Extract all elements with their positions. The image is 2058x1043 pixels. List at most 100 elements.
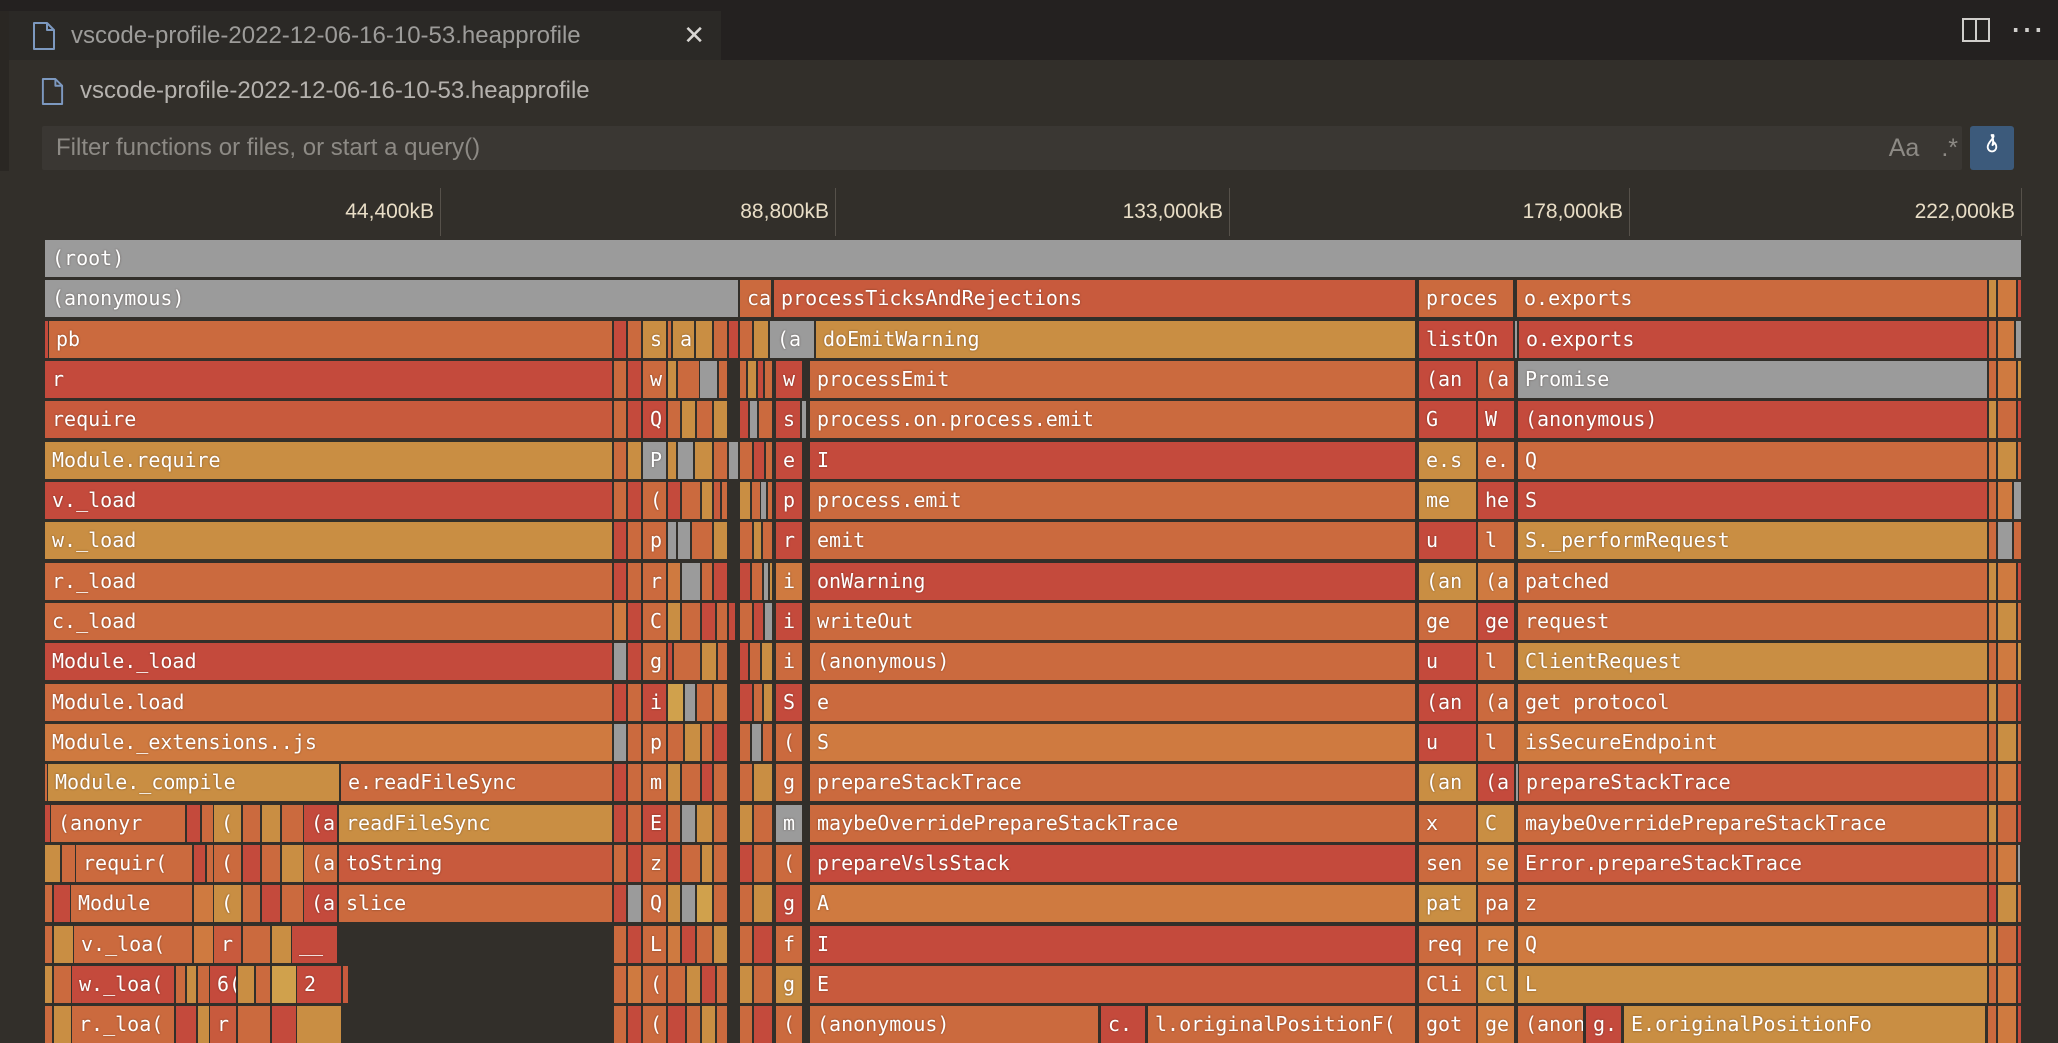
flame-segment[interactable]: (an [1419,361,1476,398]
flame-segment-sliver[interactable] [256,966,270,1003]
flame-segment-sliver[interactable] [45,926,52,963]
flame-segment-sliver[interactable] [282,805,303,842]
flame-segment[interactable]: ( [776,724,802,761]
flame-segment-sliver[interactable] [1989,764,1996,801]
flame-segment-sliver[interactable] [1989,482,1996,519]
flame-segment-sliver[interactable] [697,805,712,842]
flame-segment-sliver[interactable] [718,643,727,680]
flame-segment[interactable]: w._loa( [72,966,174,1003]
flame-segment-sliver[interactable] [752,482,760,519]
flame-segment-sliver[interactable] [748,361,756,398]
flame-segment[interactable]: he [1478,482,1514,519]
flame-segment-sliver[interactable] [187,805,200,842]
flame-segment-sliver[interactable] [628,764,641,801]
flame-segment-sliver[interactable] [2018,805,2021,842]
flame-segment-sliver[interactable] [1998,603,2016,640]
flame-segment-sliver[interactable] [802,401,806,438]
flame-segment[interactable]: w [776,361,802,398]
flame-segment-sliver[interactable] [272,966,296,1003]
flame-segment-sliver[interactable] [2018,563,2021,600]
flame-segment-sliver[interactable] [1998,805,2016,842]
flame-segment-sliver[interactable] [754,845,772,882]
flame-segment-sliver[interactable] [754,522,761,559]
flame-segment[interactable]: w [643,361,666,398]
flame-segment-sliver[interactable] [1989,845,1996,882]
flame-segment-sliver[interactable] [628,522,641,559]
flame-segment[interactable]: G [1419,401,1476,438]
flame-segment-sliver[interactable] [628,603,641,640]
flame-segment-sliver[interactable] [628,361,641,398]
flame-segment[interactable]: w._load [45,522,612,559]
flame-segment-sliver[interactable] [628,482,641,519]
flame-segment-sliver[interactable] [674,643,700,680]
flame-segment[interactable]: slice [339,885,612,922]
flame-segment-sliver[interactable] [1998,442,2016,479]
flame-segment-sliver[interactable] [740,885,752,922]
flame-segment-sliver[interactable] [614,321,626,358]
flame-segment-sliver[interactable] [45,845,60,882]
flame-segment[interactable]: W [1478,401,1514,438]
flame-segment-sliver[interactable] [717,966,727,1003]
flame-segment[interactable]: g [776,966,802,1003]
flame-segment-sliver[interactable] [628,643,641,680]
flame-segment[interactable]: (a [1478,563,1514,600]
flame-segment-sliver[interactable] [697,401,712,438]
flame-segment-sliver[interactable] [740,926,752,963]
flame-segment-sliver[interactable] [628,845,641,882]
flame-segment-sliver[interactable] [243,805,260,842]
flame-segment-sliver[interactable] [702,563,712,600]
flame-segment[interactable]: p [776,482,802,519]
flame-segment-sliver[interactable] [45,764,47,801]
flame-segment-sliver[interactable] [714,401,727,438]
flame-segment-sliver[interactable] [1989,684,1996,721]
flame-segment-sliver[interactable] [614,926,626,963]
flame-segment-sliver[interactable] [763,522,772,559]
flame-segment[interactable]: ge [1478,603,1514,640]
flame-segment[interactable]: process.on.process.emit [810,401,1415,438]
flame-segment-sliver[interactable] [1998,845,2016,882]
flame-segment-sliver[interactable] [682,764,700,801]
flame-segment[interactable]: m [643,764,666,801]
flame-segment-sliver[interactable] [740,361,746,398]
flame-segment[interactable]: proces [1419,280,1513,317]
flame-segment[interactable]: (anonymous) [1518,401,1987,438]
flame-segment[interactable]: Module._compile [48,764,339,801]
flame-segment-sliver[interactable] [2018,885,2021,922]
flame-segment-sliver[interactable] [282,845,303,882]
flame-segment-sliver[interactable] [614,885,626,922]
flame-segment-sliver[interactable] [764,684,772,721]
flame-segment-sliver[interactable] [262,845,280,882]
flame-segment[interactable]: f [776,926,802,963]
flame-segment-sliver[interactable] [668,885,680,922]
flame-segment[interactable]: se [1478,845,1514,882]
flame-segment-sliver[interactable] [765,361,772,398]
flame-segment-sliver[interactable] [614,401,626,438]
flame-segment-sliver[interactable] [714,885,727,922]
flame-segment[interactable]: Q [643,401,666,438]
flame-segment-sliver[interactable] [668,401,680,438]
flame-segment-sliver[interactable] [766,442,772,479]
flame-segment-sliver[interactable] [1998,926,2016,963]
flame-segment-sliver[interactable] [754,966,772,1003]
flame-segment-sliver[interactable] [668,845,680,882]
flame-segment-sliver[interactable] [1998,966,2016,1003]
flame-segment[interactable]: C [1478,805,1514,842]
flame-segment-sliver[interactable] [754,805,772,842]
flame-segment[interactable]: x [1419,805,1476,842]
flame-segment-sliver[interactable] [714,684,727,721]
flame-segment[interactable]: l [1478,522,1514,559]
flame-segment-sliver[interactable] [714,926,727,963]
flame-segment[interactable]: (a [770,321,814,358]
flame-segment[interactable]: pa [1478,885,1514,922]
flame-segment-sliver[interactable] [628,442,641,479]
flame-segment[interactable]: Module._extensions..js [45,724,612,761]
flame-segment[interactable]: i [776,603,802,640]
flame-segment-sliver[interactable] [54,966,71,1003]
flame-segment[interactable]: e.s [1419,442,1476,479]
flame-segment-sliver[interactable] [740,482,750,519]
flame-segment-sliver[interactable] [682,401,695,438]
flame-segment-sliver[interactable] [1989,724,1996,761]
flame-segment-sliver[interactable] [752,724,761,761]
flame-segment[interactable]: r [643,563,666,600]
flame-segment[interactable]: L [1518,966,1987,1003]
